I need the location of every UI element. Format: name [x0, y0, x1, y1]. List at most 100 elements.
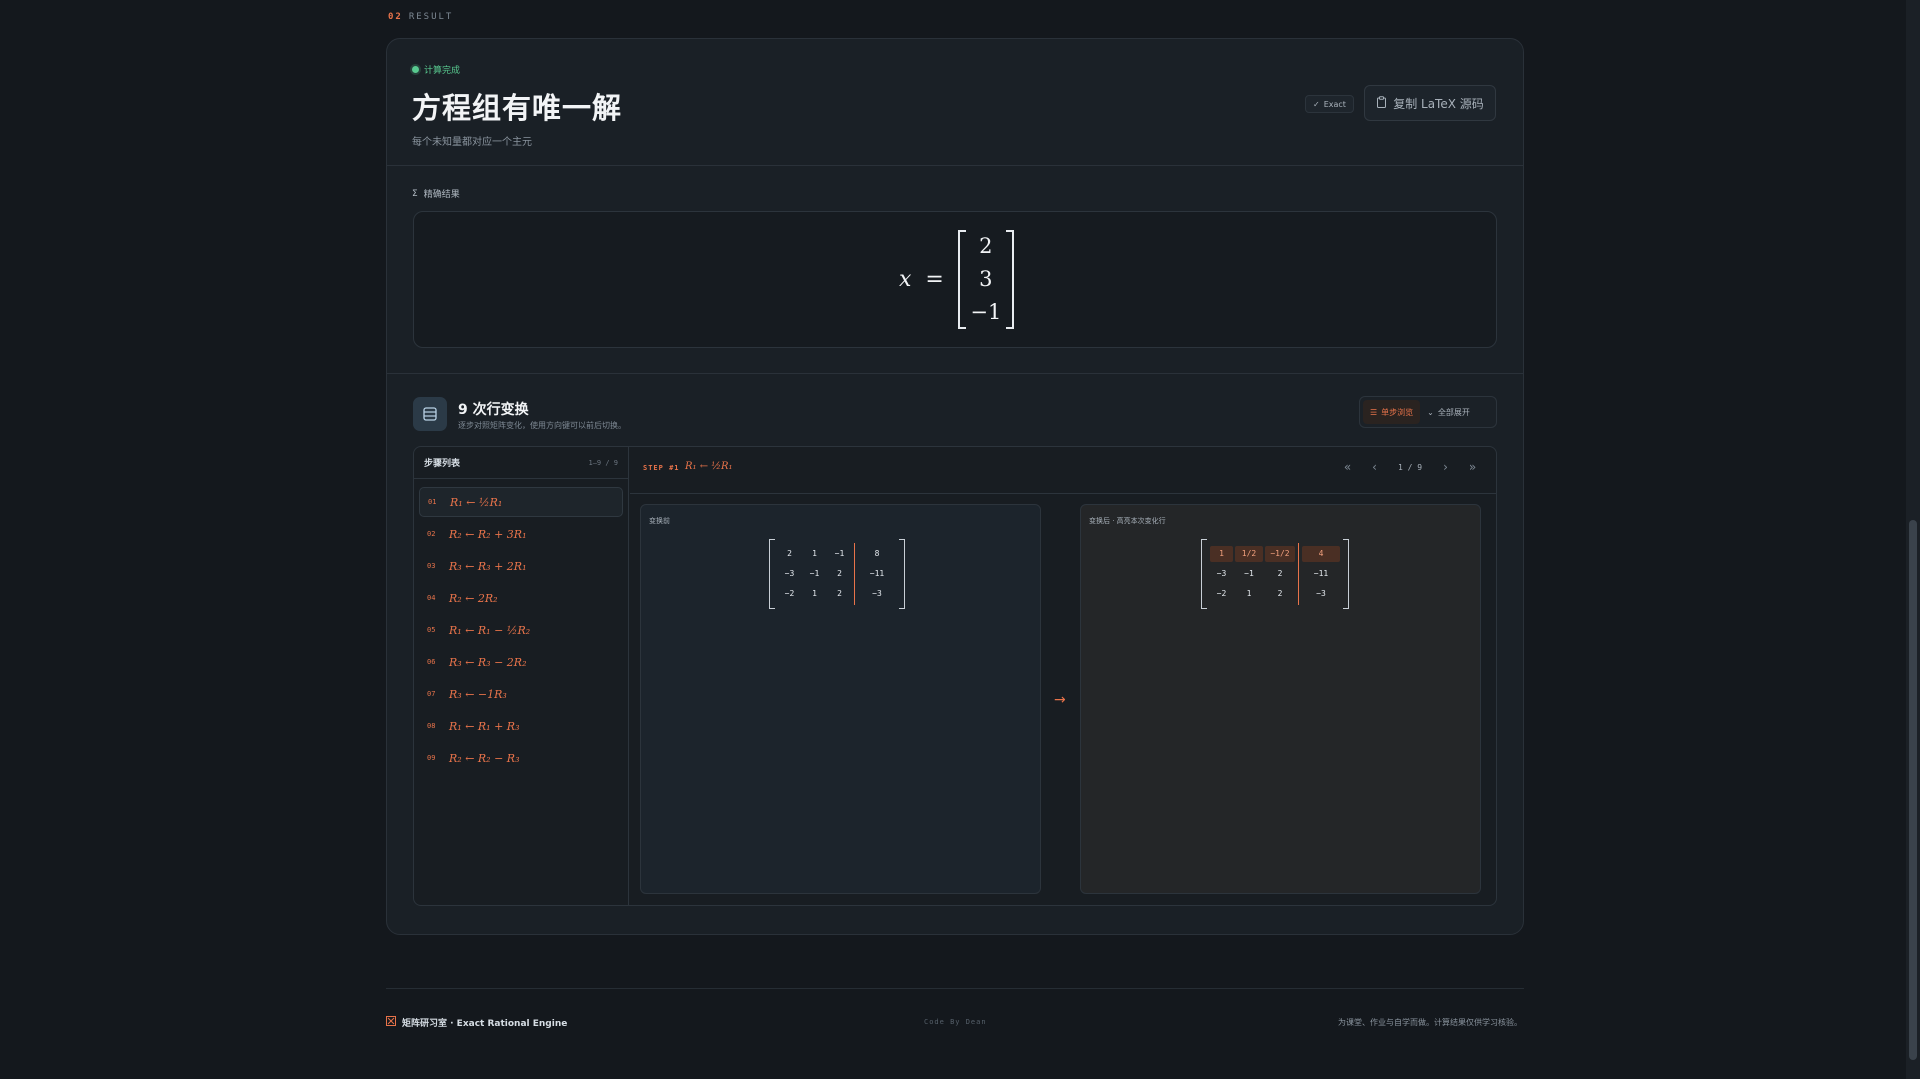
right-bracket: [899, 539, 905, 609]
left-bracket: [957, 230, 966, 329]
step-pager: « ‹ 1 / 9 › »: [1334, 460, 1486, 474]
step-operation: R₃ ← R₃ − 2R₂: [449, 655, 527, 669]
section-title: RESULT: [408, 12, 454, 22]
check-icon: ✓: [1313, 99, 1320, 109]
before-matrix-card: 变换前 2 1 −1 −3 −1 2 −2 1 2 8 −11 −3: [640, 504, 1041, 894]
right-bracket: [1343, 539, 1349, 609]
step-number: 05: [427, 626, 436, 634]
constant-column: 4 −11 −3: [1299, 539, 1343, 609]
step-number: 06: [427, 658, 436, 666]
first-step-button[interactable]: «: [1334, 460, 1361, 474]
matrix-cell: 2: [837, 589, 842, 598]
solution-vector: 2 3 −1: [957, 230, 1014, 329]
copy-latex-label: 复制 LaTeX 源码: [1393, 96, 1484, 111]
matrix-cell: −3: [1316, 589, 1326, 598]
step-counter: 1 / 9: [1397, 462, 1423, 472]
exact-result-label: 精确结果: [423, 190, 460, 200]
after-matrix: 1 1/2 −1/2 −3 −1 2 −2 1 2 4 −11 −3: [1201, 539, 1349, 609]
scrollbar-thumb[interactable]: [1909, 520, 1917, 1060]
step-detail: STEP #1 R₁ ← ½R₁ « ‹ 1 / 9 › » 变换前 2 1 −…: [630, 447, 1496, 905]
next-step-button[interactable]: ›: [1432, 460, 1459, 474]
matrix-cell: 2: [1277, 589, 1283, 598]
step-number: 02: [427, 530, 436, 538]
matrix-cell-highlighted: 1/2: [1235, 546, 1263, 562]
matrix-cell: −3: [872, 589, 882, 598]
matrix-cell: 1: [812, 589, 817, 598]
matrix-cell: 2: [1277, 569, 1283, 578]
matrix-cell: −3: [1216, 569, 1227, 578]
result-card: 计算完成 方程组有唯一解 每个未知量都对应一个主元 ✓ Exact 复制 LaT…: [386, 38, 1524, 935]
step-number: 07: [427, 690, 436, 698]
last-step-button[interactable]: »: [1459, 460, 1486, 474]
vector-entry: −1: [970, 300, 1002, 324]
footer-brand: 矩阵研习室 · Exact Rational Engine: [386, 1016, 567, 1029]
step-operation: R₃ ← −1R₃: [449, 687, 507, 701]
step-number: 04: [427, 594, 436, 602]
sigma-icon: Σ: [412, 188, 418, 199]
step-number: 01: [428, 498, 437, 506]
step-operation: R₂ ← R₂ + 3R₁: [449, 527, 527, 541]
right-bracket: [1005, 230, 1014, 329]
after-matrix-label: 变换后 · 高亮本次变化行: [1089, 517, 1166, 525]
matrix-cell: −11: [869, 569, 885, 578]
status-dot-icon: [412, 66, 419, 73]
constant-column: 8 −11 −3: [855, 539, 899, 609]
divider: [387, 373, 1523, 374]
prev-step-button[interactable]: ‹: [1361, 460, 1388, 474]
matrix-cell-highlighted: 4: [1302, 546, 1340, 562]
step-operation: R₁ ← R₁ + R₃: [449, 719, 520, 733]
exact-result-heading: Σ 精确结果: [412, 187, 460, 201]
status-text: 计算完成: [424, 66, 461, 76]
step-list: 步骤列表 1–9 / 9 01 R₁ ← ½R₁ 02 R₂ ← R₂ + 3R…: [414, 447, 629, 905]
step-item-08[interactable]: 08 R₁ ← R₁ + R₃: [419, 711, 623, 741]
matrix-logo-icon: [386, 1016, 396, 1029]
single-step-button[interactable]: ☰ 单步浏览: [1363, 400, 1421, 424]
section-number: 02: [388, 12, 403, 22]
footer-credit: Code By Dean: [924, 1018, 987, 1026]
matrix-cell: 1: [1246, 589, 1252, 598]
page-title: 方程组有唯一解: [412, 91, 623, 125]
copy-latex-button[interactable]: 复制 LaTeX 源码: [1364, 85, 1496, 121]
coefficient-grid: 1 1/2 −1/2 −3 −1 2 −2 1 2: [1207, 539, 1298, 609]
step-number: 08: [427, 722, 436, 730]
step-item-05[interactable]: 05 R₁ ← R₁ − ½R₂: [419, 615, 623, 645]
current-step-operation: R₁ ← ½R₁: [685, 461, 733, 472]
step-number: 03: [427, 562, 436, 570]
step-operation: R₂ ← R₂ − R₃: [449, 751, 520, 765]
page-subtitle: 每个未知量都对应一个主元: [412, 137, 532, 148]
step-item-07[interactable]: 07 R₃ ← −1R₃: [419, 679, 623, 709]
matrix-cell: −1: [834, 549, 845, 558]
steps-panel: 步骤列表 1–9 / 9 01 R₁ ← ½R₁ 02 R₂ ← R₂ + 3R…: [413, 446, 1497, 906]
step-item-02[interactable]: 02 R₂ ← R₂ + 3R₁: [419, 519, 623, 549]
matrix-cell: −3: [784, 569, 795, 578]
step-list-title: 步骤列表: [424, 459, 461, 469]
step-item-04[interactable]: 04 R₂ ← 2R₂: [419, 583, 623, 613]
step-item-09[interactable]: 09 R₂ ← R₂ − R₃: [419, 743, 623, 773]
steps-title: 9 次行变换: [458, 402, 529, 418]
step-list-range: 1–9 / 9: [588, 458, 618, 467]
step-item-03[interactable]: 03 R₃ ← R₃ + 2R₁: [419, 551, 623, 581]
vector-entry: 2: [979, 234, 993, 258]
matrix-cell-highlighted: −1/2: [1265, 546, 1295, 562]
step-operation: R₂ ← 2R₂: [449, 591, 498, 605]
step-operation: R₁ ← R₁ − ½R₂: [449, 623, 531, 637]
step-item-06[interactable]: 06 R₃ ← R₃ − 2R₂: [419, 647, 623, 677]
step-list-header: 步骤列表 1–9 / 9: [414, 447, 628, 479]
step-item-01[interactable]: 01 R₁ ← ½R₁: [419, 487, 623, 517]
footer-disclaimer: 为课堂、作业与自学而做。计算结果仅供学习核验。: [1338, 1018, 1522, 1027]
view-mode-toggle: ☰ 单步浏览 ⌄ 全部展开: [1359, 396, 1497, 428]
result-equation: x = 2 3 −1: [899, 230, 1014, 329]
expand-all-button[interactable]: ⌄ 全部展开: [1420, 400, 1477, 424]
matrix-cell: 2: [787, 549, 792, 558]
equals-sign: =: [925, 267, 944, 292]
matrix-cell: −2: [784, 589, 795, 598]
step-operation: R₃ ← R₃ + 2R₁: [449, 559, 527, 573]
matrix-cell: −1: [1244, 569, 1254, 578]
before-matrix-label: 变换前: [649, 517, 670, 525]
page-scrollbar[interactable]: [1906, 0, 1920, 1079]
arrow-right-icon: →: [1054, 692, 1066, 708]
steps-subtitle: 逐步对照矩阵变化，使用方向键可以前后切换。: [458, 421, 626, 430]
expand-all-label: 全部展开: [1437, 407, 1470, 417]
exact-badge-label: Exact: [1323, 99, 1346, 109]
step-detail-header: STEP #1 R₁ ← ½R₁ « ‹ 1 / 9 › »: [630, 447, 1496, 494]
